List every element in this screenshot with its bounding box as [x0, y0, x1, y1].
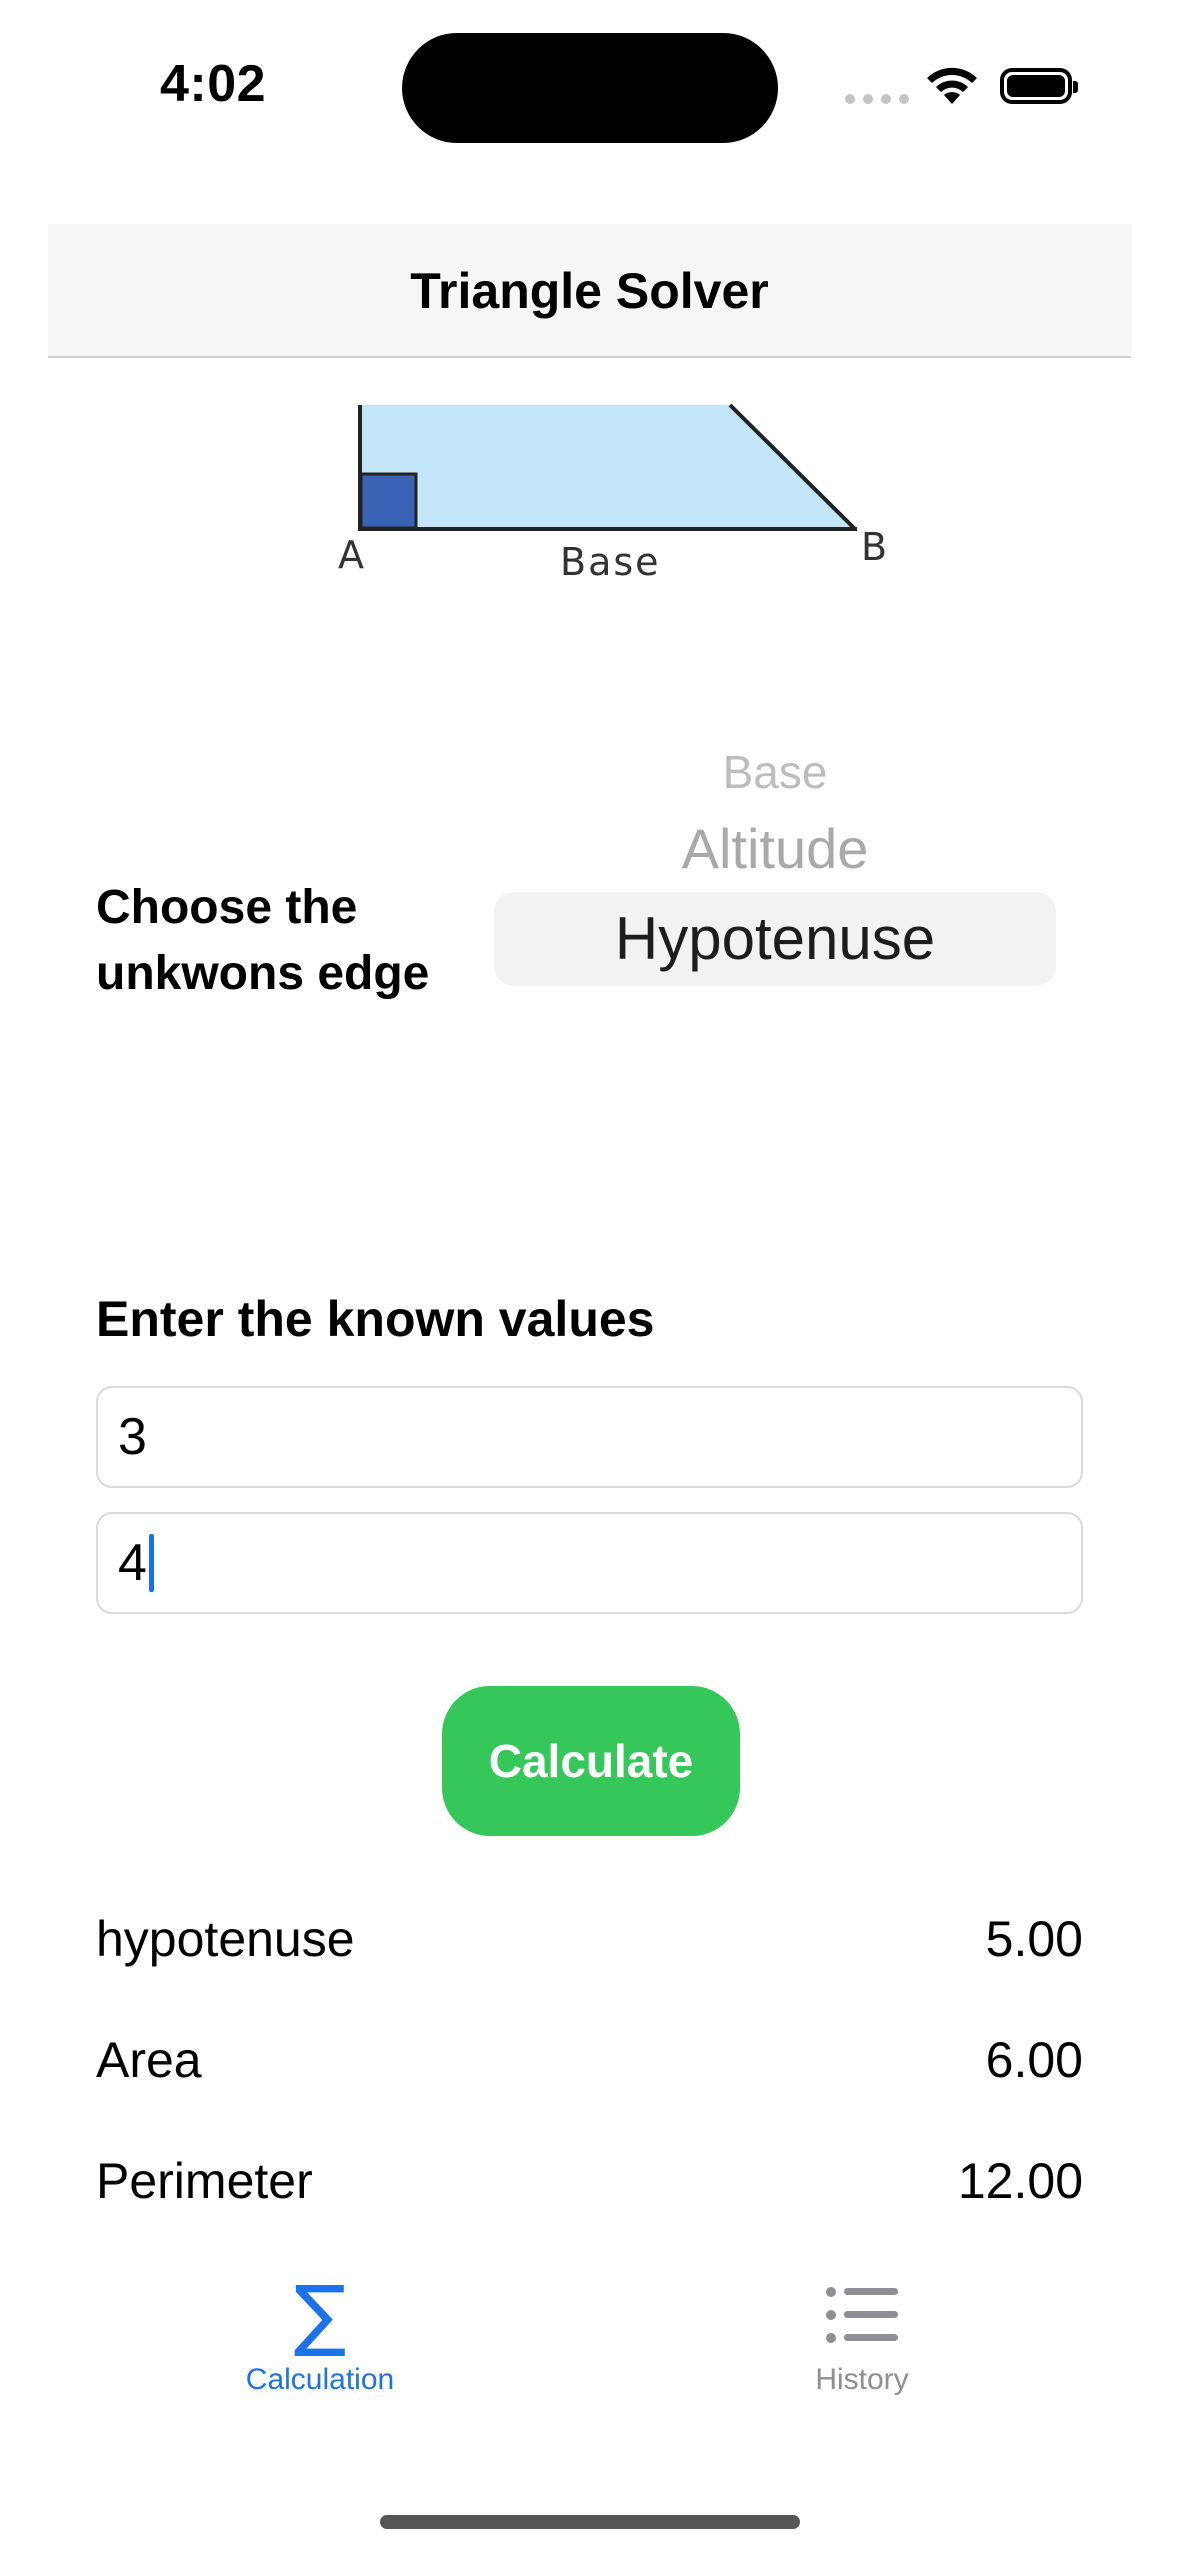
- wifi-icon: [924, 64, 980, 111]
- result-label-area: Area: [96, 2032, 202, 2088]
- cellular-signal-icon: [845, 94, 909, 104]
- right-angle-marker: [359, 472, 418, 530]
- result-value-area: 6.00: [985, 2032, 1083, 2088]
- inputs-label: Enter the known values: [96, 1291, 655, 1347]
- result-value-hypotenuse: 5.00: [985, 1911, 1083, 1967]
- picker-option-altitude[interactable]: Altitude: [494, 816, 1056, 881]
- dynamic-island: [402, 33, 778, 143]
- calculate-button[interactable]: Calculate: [442, 1686, 740, 1836]
- text-cursor: [148, 1534, 154, 1592]
- tab-calculation[interactable]: ∑ Calculation: [170, 2275, 470, 2397]
- known-value-1-field[interactable]: 3: [96, 1386, 1083, 1488]
- tab-history-label: History: [815, 2363, 909, 2396]
- navigation-bar: Triangle Solver: [48, 224, 1131, 358]
- battery-icon: [1000, 68, 1078, 104]
- result-label-hypotenuse: hypotenuse: [96, 1911, 355, 1967]
- picker-option-base[interactable]: Base: [494, 745, 1056, 799]
- tab-history[interactable]: History: [712, 2275, 1012, 2397]
- base-label: Base: [560, 540, 661, 584]
- picker-label: Choose the unkwons edge: [96, 881, 430, 1000]
- known-value-2-text: 4: [118, 1534, 147, 1592]
- list-icon: [712, 2275, 1012, 2355]
- known-value-1-text: 3: [118, 1408, 147, 1466]
- triangle-diagram: A B Base: [320, 400, 920, 605]
- picker-option-hypotenuse[interactable]: Hypotenuse: [494, 904, 1056, 973]
- status-time: 4:02: [160, 55, 267, 113]
- known-value-2-field[interactable]: 4: [96, 1512, 1083, 1614]
- result-value-perimeter: 12.00: [957, 2153, 1083, 2209]
- vertex-label-b: B: [861, 525, 887, 569]
- sigma-icon: ∑: [293, 2270, 347, 2360]
- triangle-shape: [360, 405, 855, 529]
- tab-calculation-label: Calculation: [245, 2363, 395, 2396]
- vertex-label-a: A: [338, 533, 364, 577]
- result-label-perimeter: Perimeter: [96, 2153, 313, 2209]
- page-title: Triangle Solver: [410, 263, 769, 319]
- home-indicator[interactable]: [380, 2515, 800, 2529]
